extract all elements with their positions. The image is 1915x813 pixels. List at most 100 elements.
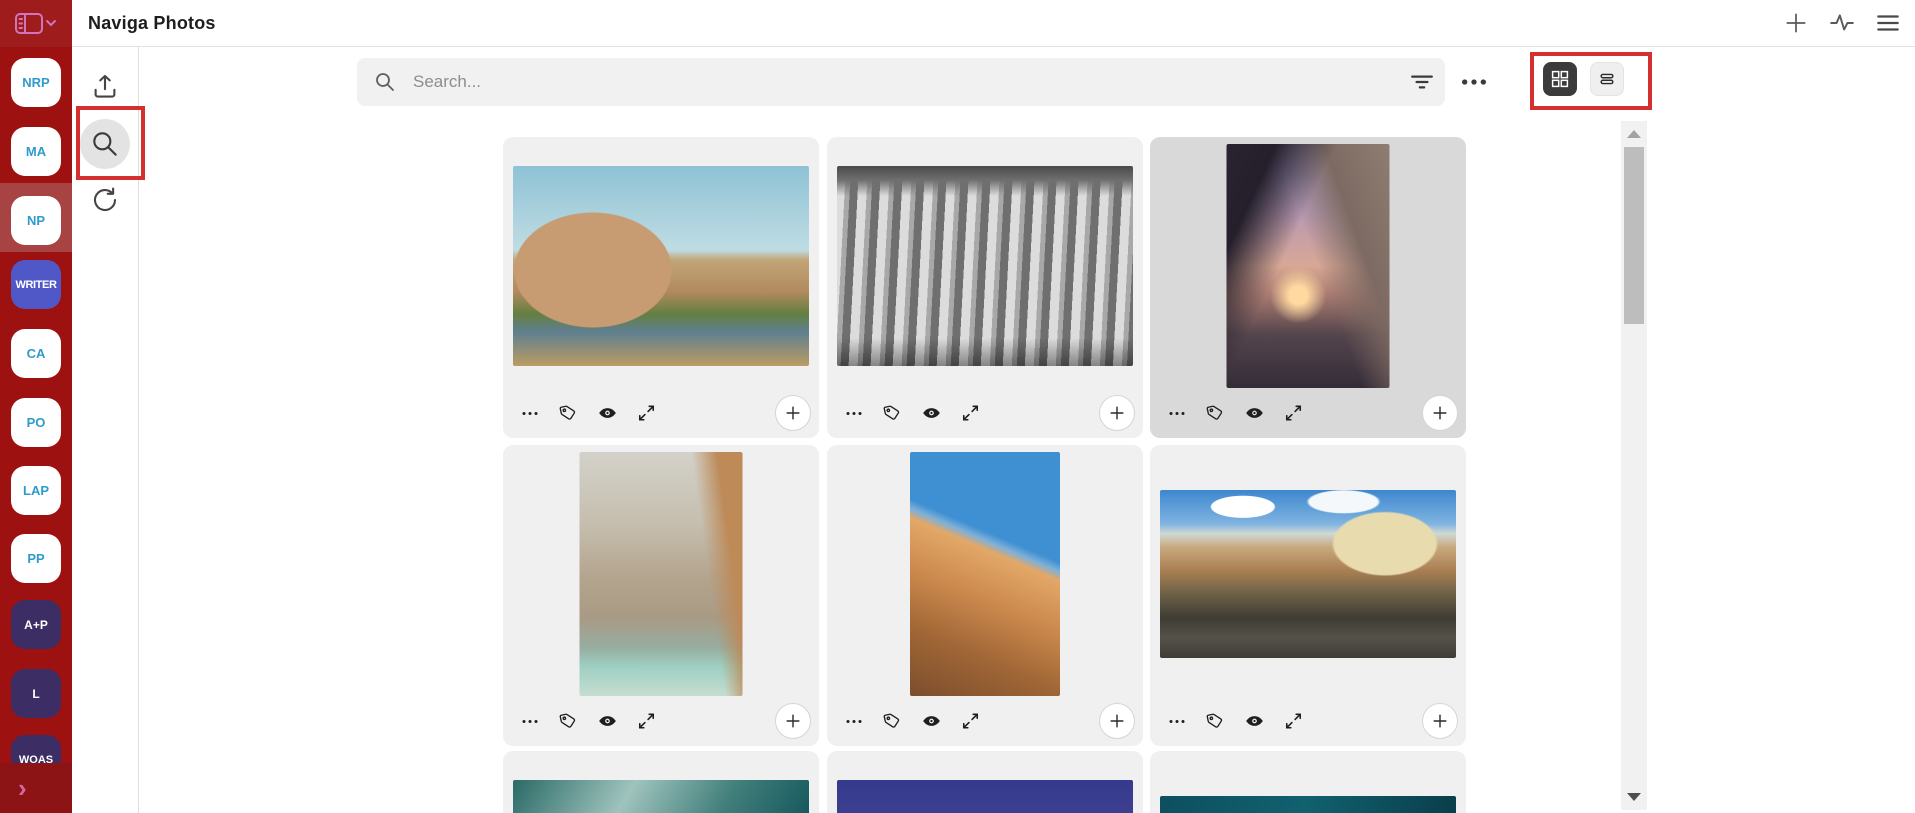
card-actions	[1168, 712, 1303, 731]
card-more-button[interactable]	[1168, 404, 1186, 422]
hamburger-icon	[1875, 10, 1901, 36]
grid-view-icon	[1550, 69, 1570, 89]
photo-dark-teal-sea[interactable]	[1160, 796, 1456, 813]
card-actions	[1168, 404, 1303, 423]
search-bar	[357, 58, 1445, 106]
photo-card	[827, 445, 1143, 746]
card-add-button[interactable]	[1422, 395, 1458, 431]
card-actions	[521, 404, 656, 423]
app-sidebar: NRP MA NP WRITER CA PO LAP PP A+P L WOAS…	[0, 47, 72, 813]
sidebar-item-l[interactable]: L	[11, 669, 61, 718]
sidebar-item-pp[interactable]: PP	[11, 534, 61, 583]
photo-card	[1150, 445, 1466, 746]
sidebar-item-ap[interactable]: A+P	[11, 600, 61, 649]
photo-rome-cityscape[interactable]	[1160, 490, 1456, 658]
filter-icon	[1409, 69, 1435, 95]
chevron-right-icon: ›	[18, 773, 27, 803]
photo-st-peters-colonnade-bw[interactable]	[837, 166, 1133, 366]
photo-card	[827, 137, 1143, 438]
card-add-button[interactable]	[775, 703, 811, 739]
app-switcher-button[interactable]	[0, 0, 72, 47]
scrollbar[interactable]	[1621, 121, 1647, 810]
sidebar-item-nrp[interactable]: NRP	[11, 58, 61, 107]
card-add-button[interactable]	[775, 395, 811, 431]
sidebar-item-ma[interactable]: MA	[11, 127, 61, 176]
card-tag-button[interactable]	[1206, 404, 1225, 423]
card-more-button[interactable]	[845, 404, 863, 422]
card-preview-button[interactable]	[598, 404, 617, 423]
photo-card	[827, 751, 1143, 813]
search-icon	[373, 70, 397, 94]
activity-button[interactable]	[1829, 10, 1855, 36]
page-title: Naviga Photos	[88, 12, 216, 33]
photo-card	[1150, 751, 1466, 813]
photo-card	[503, 445, 819, 746]
more-options-button[interactable]	[1458, 66, 1490, 98]
card-expand-button[interactable]	[637, 712, 656, 731]
upload-button[interactable]	[90, 71, 120, 101]
scroll-down-arrow[interactable]	[1627, 793, 1641, 801]
card-preview-button[interactable]	[598, 712, 617, 731]
list-view-icon	[1597, 69, 1617, 89]
card-preview-button[interactable]	[1245, 712, 1264, 731]
grid-view-button[interactable]	[1543, 62, 1577, 96]
card-expand-button[interactable]	[637, 404, 656, 423]
rail-search-button[interactable]	[80, 119, 130, 169]
photo-colosseum-blue-sky[interactable]	[910, 452, 1060, 696]
photo-card	[503, 137, 819, 438]
card-more-button[interactable]	[521, 404, 539, 422]
ellipsis-icon	[1458, 66, 1490, 98]
card-preview-button[interactable]	[1245, 404, 1264, 423]
filter-button[interactable]	[1409, 69, 1435, 95]
card-more-button[interactable]	[521, 712, 539, 730]
add-button[interactable]	[1783, 10, 1809, 36]
card-actions	[845, 712, 980, 731]
sidebar-item-ca[interactable]: CA	[11, 329, 61, 378]
sidebar-expand-button[interactable]: ›	[0, 763, 72, 813]
card-actions	[845, 404, 980, 423]
card-add-button[interactable]	[1422, 703, 1458, 739]
app-window: Naviga Photos NRP MA NP WRITER CA PO LAP…	[0, 0, 1915, 813]
card-more-button[interactable]	[845, 712, 863, 730]
menu-button[interactable]	[1875, 10, 1901, 36]
card-add-button[interactable]	[1099, 395, 1135, 431]
sidebar-item-np[interactable]: NP	[11, 196, 61, 245]
photo-trevi-fountain[interactable]	[579, 452, 743, 696]
scroll-up-arrow[interactable]	[1627, 130, 1641, 138]
top-bar: Naviga Photos	[0, 0, 1915, 47]
card-preview-button[interactable]	[922, 404, 941, 423]
app-switcher-icon	[14, 12, 58, 36]
photo-card	[503, 751, 819, 813]
upload-icon	[90, 71, 120, 101]
card-expand-button[interactable]	[1284, 404, 1303, 423]
photo-night-dome[interactable]	[837, 780, 1133, 813]
card-tag-button[interactable]	[559, 712, 578, 731]
card-tag-button[interactable]	[559, 404, 578, 423]
refresh-button[interactable]	[90, 185, 120, 215]
card-more-button[interactable]	[1168, 712, 1186, 730]
card-expand-button[interactable]	[961, 404, 980, 423]
card-preview-button[interactable]	[922, 712, 941, 731]
photo-colosseum-day[interactable]	[513, 166, 809, 366]
card-tag-button[interactable]	[883, 404, 902, 423]
card-expand-button[interactable]	[961, 712, 980, 731]
search-icon	[89, 128, 121, 160]
search-input[interactable]	[413, 72, 1409, 92]
card-tag-button[interactable]	[883, 712, 902, 731]
scrollbar-thumb[interactable]	[1624, 147, 1644, 324]
plus-icon	[1783, 10, 1809, 36]
photo-card-selected	[1150, 137, 1466, 438]
card-actions	[521, 712, 656, 731]
photo-colosseum-sunset[interactable]	[1226, 144, 1390, 388]
sidebar-item-po[interactable]: PO	[11, 398, 61, 447]
sidebar-item-lap[interactable]: LAP	[11, 466, 61, 515]
photo-teal-storm-clouds[interactable]	[513, 780, 809, 813]
card-add-button[interactable]	[1099, 703, 1135, 739]
tool-rail	[72, 47, 139, 813]
refresh-icon	[90, 185, 120, 215]
topbar-actions	[1783, 0, 1901, 46]
card-tag-button[interactable]	[1206, 712, 1225, 731]
card-expand-button[interactable]	[1284, 712, 1303, 731]
sidebar-item-writer[interactable]: WRITER	[11, 260, 61, 309]
list-view-button[interactable]	[1590, 62, 1624, 96]
